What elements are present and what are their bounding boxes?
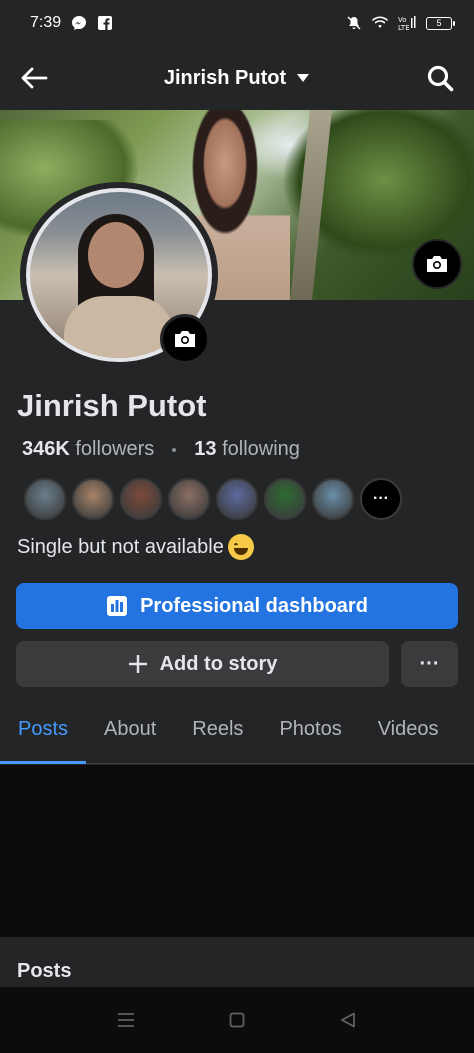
header-title: Jinrish Putot bbox=[163, 66, 287, 89]
follower-avatar[interactable] bbox=[72, 478, 114, 520]
caret-down-icon bbox=[297, 74, 310, 82]
add-to-story-label: Add to story bbox=[159, 652, 278, 675]
followers-avatars: ··· bbox=[24, 478, 402, 520]
tab-posts[interactable]: Posts bbox=[0, 704, 87, 764]
professional-dashboard-button[interactable]: Professional dashboard bbox=[16, 583, 458, 629]
volte-signal-icon: VoLTE bbox=[398, 16, 416, 31]
camera-icon bbox=[427, 256, 447, 272]
messenger-icon bbox=[72, 16, 87, 30]
add-to-story-button[interactable]: Add to story bbox=[16, 641, 389, 687]
status-left: 7:39 bbox=[30, 14, 113, 32]
followers-link[interactable]: 346K followers bbox=[22, 438, 154, 461]
edit-profile-picture-button[interactable] bbox=[160, 314, 210, 364]
search-button[interactable] bbox=[422, 60, 458, 96]
home-square-icon bbox=[229, 1012, 245, 1028]
status-time: 7:39 bbox=[30, 14, 62, 31]
camera-icon bbox=[175, 331, 195, 347]
following-label: following bbox=[222, 438, 300, 460]
tab-reels[interactable]: Reels bbox=[174, 704, 261, 764]
edit-cover-photo-button[interactable] bbox=[412, 239, 462, 289]
follower-avatar[interactable] bbox=[168, 478, 210, 520]
home-button[interactable] bbox=[222, 1005, 252, 1035]
follower-avatar[interactable] bbox=[312, 478, 354, 520]
svg-text:LTE: LTE bbox=[398, 24, 410, 31]
status-bar: 7:39 Vo LTE 5 bbox=[0, 0, 474, 46]
profile-header: Jinrish Putot bbox=[0, 46, 474, 110]
svg-text:Vo: Vo bbox=[398, 16, 407, 24]
bio-text: Single but not available bbox=[17, 535, 224, 558]
recents-button[interactable] bbox=[111, 1005, 141, 1035]
avatar-face bbox=[88, 222, 144, 288]
tab-videos[interactable]: Videos bbox=[360, 704, 457, 764]
followers-label: followers bbox=[75, 438, 155, 460]
separator-dot bbox=[172, 447, 177, 452]
status-right: Vo LTE 5 bbox=[346, 15, 455, 31]
profile-stats: 346K followers 13 following bbox=[22, 438, 300, 461]
tab-content-area bbox=[0, 765, 474, 937]
back-button[interactable] bbox=[16, 60, 52, 96]
more-options-icon: ··· bbox=[419, 652, 440, 675]
facebook-app-icon bbox=[98, 16, 113, 30]
grinning-sweat-emoji-icon bbox=[227, 534, 254, 560]
battery-icon: 5 bbox=[426, 16, 455, 30]
more-followers-button[interactable]: ··· bbox=[360, 478, 402, 520]
follower-avatar[interactable] bbox=[120, 478, 162, 520]
menu-lines-icon bbox=[117, 1013, 134, 1027]
following-count: 13 bbox=[194, 438, 217, 460]
triangle-back-icon bbox=[341, 1012, 356, 1028]
wifi-icon bbox=[372, 16, 388, 28]
plus-icon bbox=[128, 655, 147, 673]
profile-name: Jinrish Putot bbox=[17, 388, 207, 423]
follower-avatar[interactable] bbox=[24, 478, 66, 520]
profile-switcher[interactable]: Jinrish Putot bbox=[164, 67, 310, 90]
profile-tabs: Posts About Reels Photos Videos bbox=[0, 704, 474, 764]
posts-section-title: Posts bbox=[17, 960, 72, 982]
tab-about[interactable]: About bbox=[86, 704, 174, 764]
following-link[interactable]: 13 following bbox=[194, 438, 300, 461]
follower-avatar[interactable] bbox=[216, 478, 258, 520]
dashboard-chart-icon bbox=[107, 596, 128, 616]
back-nav-button[interactable] bbox=[333, 1005, 363, 1035]
notifications-muted-icon bbox=[347, 16, 361, 30]
tab-photos[interactable]: Photos bbox=[261, 704, 359, 764]
system-navigation-bar bbox=[0, 987, 474, 1053]
followers-count: 346K bbox=[22, 438, 70, 460]
avatar-body bbox=[64, 296, 174, 358]
professional-dashboard-label: Professional dashboard bbox=[140, 594, 368, 617]
follower-avatar[interactable] bbox=[264, 478, 306, 520]
search-icon bbox=[427, 65, 454, 92]
profile-bio: Single but not available bbox=[17, 534, 254, 560]
more-options-button[interactable]: ··· bbox=[401, 641, 458, 687]
back-arrow-icon bbox=[21, 67, 48, 89]
